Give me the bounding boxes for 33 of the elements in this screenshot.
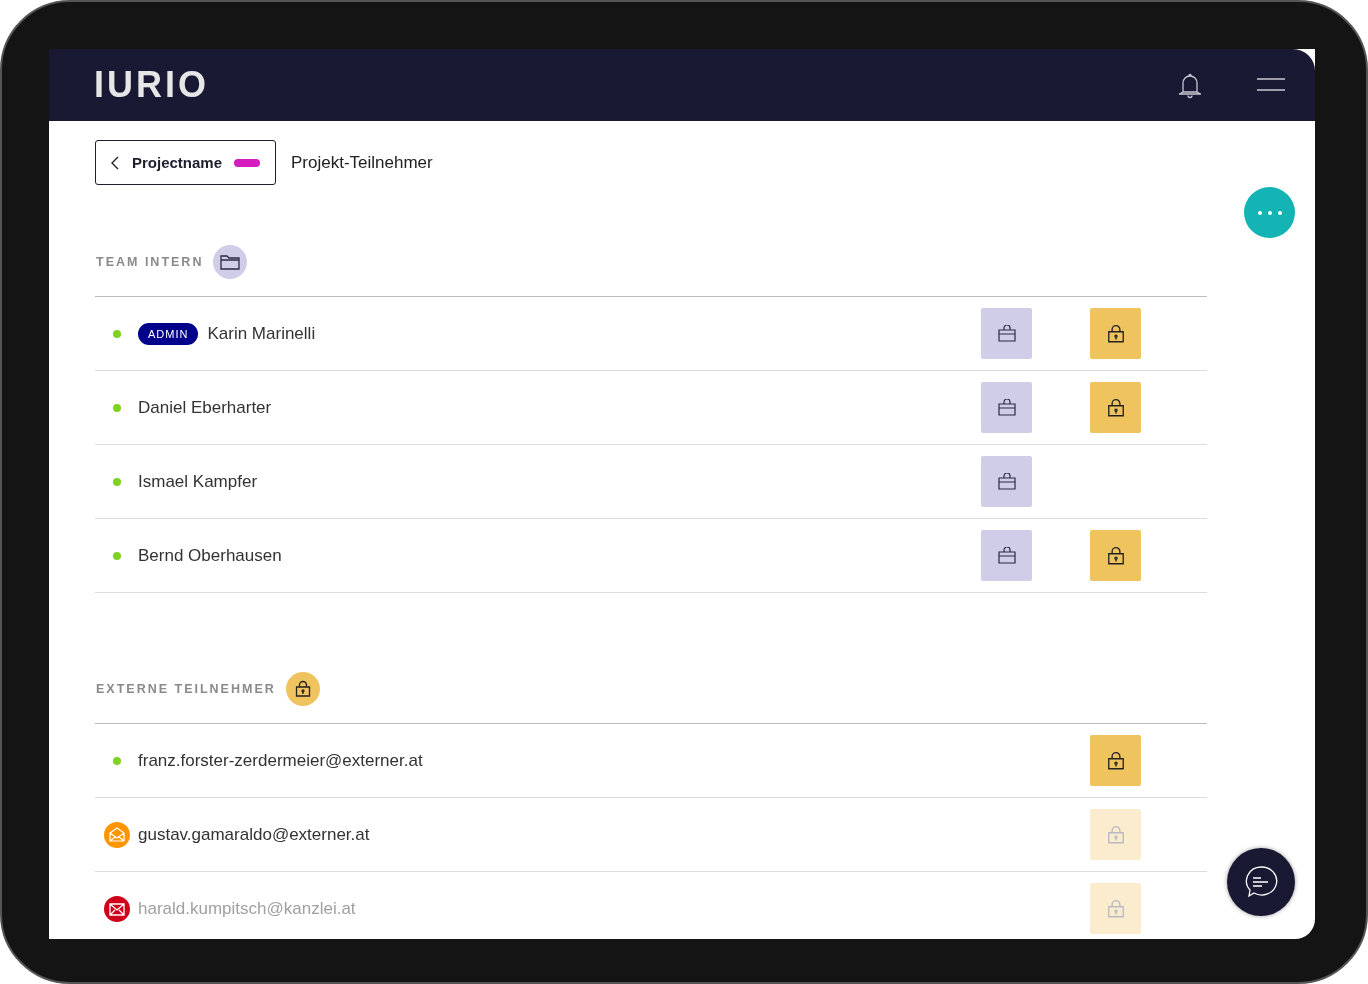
briefcase-button[interactable] xyxy=(981,456,1032,507)
padlock-button[interactable] xyxy=(1090,382,1141,433)
section-title: EXTERNE TEILNEHMER xyxy=(96,682,276,698)
member-name: Bernd Oberhausen xyxy=(138,545,282,566)
member-name: harald.kumpitsch@kanzlei.at xyxy=(138,898,356,919)
back-button[interactable]: Projectname xyxy=(95,140,276,185)
chat-button[interactable] xyxy=(1227,848,1295,916)
briefcase-button[interactable] xyxy=(981,382,1032,433)
more-dots-icon xyxy=(1256,209,1283,216)
menu-icon[interactable] xyxy=(1257,77,1285,93)
briefcase-button[interactable] xyxy=(981,308,1032,359)
padlock-button[interactable] xyxy=(1090,735,1141,786)
member-name: Ismael Kampfer xyxy=(138,471,258,492)
member-name: Daniel Eberharter xyxy=(138,397,272,418)
briefcase-icon xyxy=(996,472,1017,491)
padlock-icon xyxy=(285,672,320,706)
chat-bubble-icon xyxy=(1243,864,1279,900)
briefcase-icon xyxy=(996,398,1017,417)
page-title: Projekt-Teilnehmer xyxy=(291,152,433,173)
member-name: franz.forster-zerdermeier@externer.at xyxy=(138,750,423,771)
padlock-button[interactable] xyxy=(1090,308,1141,359)
chevron-left-icon xyxy=(110,154,120,171)
section-title: TEAM INTERN xyxy=(96,255,204,271)
member-name: gustav.gamaraldo@externer.at xyxy=(138,824,370,845)
member-name: Karin Marinelli xyxy=(207,323,316,344)
logo: IURIO xyxy=(94,64,209,106)
more-options-button[interactable] xyxy=(1244,187,1295,238)
admin-badge: ADMIN xyxy=(138,322,199,345)
briefcase-icon xyxy=(996,324,1017,343)
briefcase-icon xyxy=(996,546,1017,565)
folder-icon xyxy=(213,245,248,279)
padlock-button[interactable] xyxy=(1090,530,1141,581)
briefcase-button[interactable] xyxy=(981,530,1032,581)
